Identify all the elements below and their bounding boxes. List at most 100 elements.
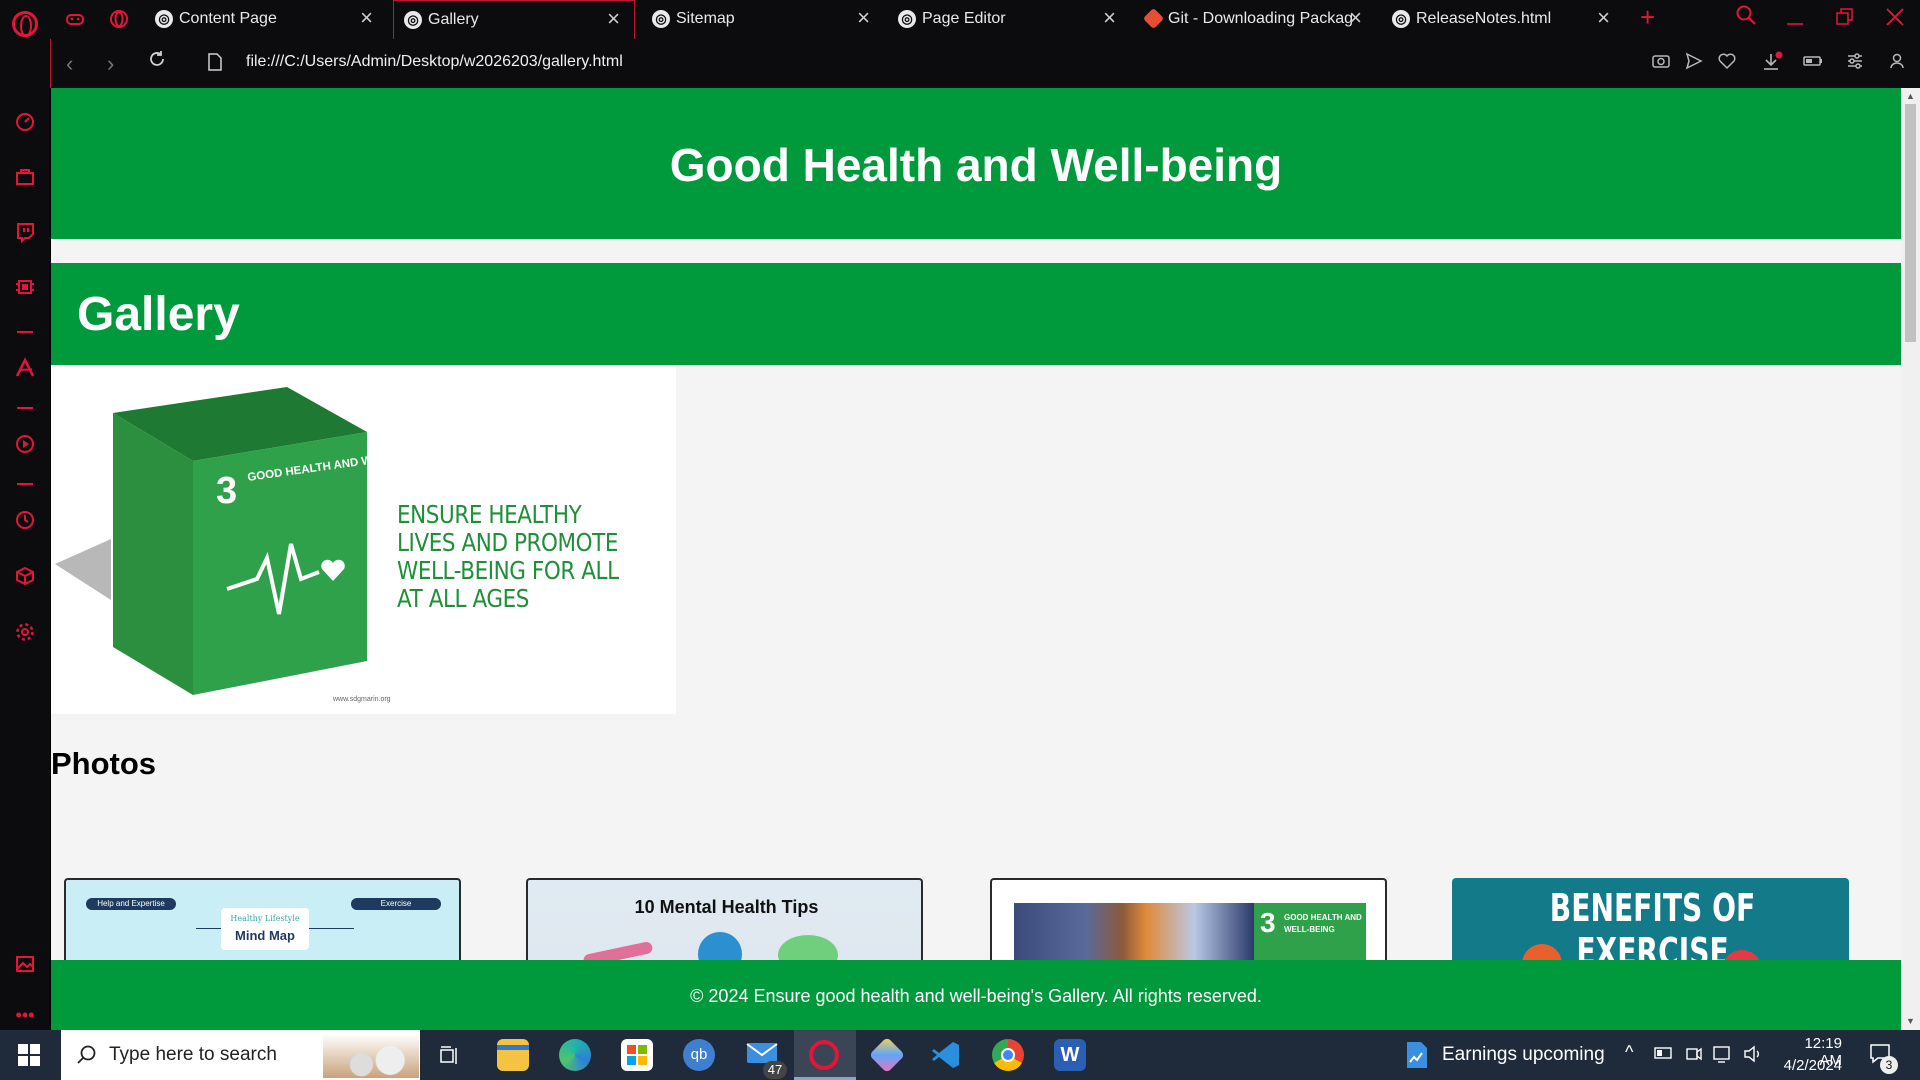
windows-start-icon[interactable] bbox=[18, 1044, 40, 1066]
close-icon[interactable]: × bbox=[1597, 7, 1610, 29]
gallery-section-header: Gallery bbox=[51, 263, 1901, 365]
hardware-limiter-icon[interactable] bbox=[12, 276, 38, 302]
sidebar: ••• bbox=[0, 39, 50, 1030]
chrome-icon[interactable] bbox=[992, 1039, 1024, 1071]
taskbar-opera-active[interactable] bbox=[794, 1030, 856, 1080]
tab-sitemap[interactable]: ◎ Sitemap × bbox=[642, 0, 884, 39]
meet-now-icon[interactable] bbox=[1685, 1044, 1703, 1069]
forward-icon[interactable]: › bbox=[107, 51, 114, 77]
close-icon[interactable]: × bbox=[1103, 7, 1116, 29]
aria-icon[interactable] bbox=[12, 357, 38, 383]
word-icon[interactable]: W bbox=[1054, 1039, 1086, 1071]
tab-label: Git - Downloading Package bbox=[1168, 10, 1353, 27]
url-field[interactable]: file:///C:/Users/Admin/Desktop/w2026203/… bbox=[246, 53, 623, 71]
opera-menu-icon[interactable] bbox=[12, 11, 38, 37]
clock-date[interactable]: 4/2/2024 bbox=[1768, 1057, 1842, 1074]
restore-icon[interactable] bbox=[1834, 6, 1856, 34]
new-tab-icon[interactable]: + bbox=[1640, 2, 1655, 33]
search-tabs-icon[interactable] bbox=[1735, 4, 1757, 32]
close-icon[interactable]: × bbox=[1349, 7, 1362, 29]
player-icon[interactable] bbox=[12, 433, 38, 459]
app-cube-icon[interactable] bbox=[868, 1036, 906, 1074]
opera-gx-icon bbox=[809, 1040, 839, 1070]
photo-card-exercise[interactable]: BENEFITS OF EXERCISE bbox=[1452, 878, 1849, 968]
store-icon[interactable] bbox=[621, 1039, 653, 1071]
file-explorer-icon[interactable] bbox=[497, 1039, 529, 1071]
back-icon[interactable]: ‹ bbox=[66, 51, 73, 77]
scrollbar-thumb[interactable] bbox=[1905, 104, 1916, 342]
search-placeholder: Type here to search bbox=[109, 1044, 277, 1065]
scroll-up-icon[interactable]: ▲ bbox=[1906, 91, 1915, 101]
twitch-icon[interactable] bbox=[12, 221, 38, 247]
taskbar-search-box[interactable]: Type here to search bbox=[61, 1030, 420, 1080]
battery-icon[interactable] bbox=[1654, 1046, 1674, 1065]
edge-icon[interactable] bbox=[559, 1039, 591, 1071]
profile-icon[interactable] bbox=[1888, 51, 1906, 77]
tab-gallery[interactable]: ◎ Gallery × bbox=[393, 0, 635, 39]
heart-icon[interactable] bbox=[1717, 51, 1737, 77]
sidebar-divider bbox=[17, 483, 33, 485]
tab-label: Content Page bbox=[179, 10, 277, 27]
volume-icon[interactable] bbox=[1742, 1044, 1764, 1069]
vertical-scrollbar[interactable]: ▲ ▼ bbox=[1901, 88, 1920, 1030]
photos-heading: Photos bbox=[51, 746, 157, 781]
close-icon[interactable]: × bbox=[360, 7, 373, 29]
globe-icon: ◎ bbox=[1392, 10, 1410, 28]
vscode-icon[interactable] bbox=[930, 1039, 962, 1071]
windows-taskbar: Type here to search qb 47 W Earnings upc… bbox=[0, 1030, 1920, 1080]
tab-release-notes[interactable]: ◎ ReleaseNotes.html × bbox=[1382, 0, 1624, 39]
extensions-icon[interactable] bbox=[12, 565, 38, 591]
photo-card-mental-health[interactable]: 10 Mental Health Tips bbox=[526, 878, 923, 968]
task-view-icon[interactable] bbox=[438, 1044, 462, 1073]
tab-label: Page Editor bbox=[922, 10, 1006, 27]
search-icon bbox=[76, 1044, 98, 1071]
battery-saver-icon[interactable] bbox=[1802, 51, 1824, 77]
send-icon[interactable] bbox=[1684, 51, 1704, 77]
scroll-down-icon[interactable]: ▼ bbox=[1906, 1016, 1915, 1026]
web-page: Good Health and Well-being Gallery 3 GOO… bbox=[51, 88, 1901, 1030]
opera-gx-icon[interactable] bbox=[109, 9, 129, 29]
network-icon[interactable] bbox=[1712, 1044, 1732, 1069]
mental-health-heading: 10 Mental Health Tips bbox=[634, 897, 819, 917]
globe-icon: ◎ bbox=[404, 11, 422, 29]
settings-gear-icon[interactable] bbox=[12, 621, 38, 647]
close-icon[interactable]: × bbox=[857, 7, 870, 29]
connector-line bbox=[309, 928, 354, 929]
more-options-icon[interactable]: ••• bbox=[12, 1002, 38, 1028]
easy-setup-icon[interactable] bbox=[1845, 51, 1865, 77]
file-icon bbox=[207, 51, 223, 77]
photo-card-mind-map[interactable]: Help and Expertise Exercise Healthy Life… bbox=[64, 878, 461, 968]
download-icon[interactable] bbox=[1761, 51, 1783, 79]
tab-git-downloading[interactable]: Git - Downloading Package × bbox=[1134, 0, 1376, 39]
garlic-illustration bbox=[323, 1034, 419, 1078]
close-window-icon[interactable] bbox=[1884, 6, 1906, 34]
mind-map-subheading: Healthy Lifestyle bbox=[230, 914, 300, 923]
close-icon[interactable]: × bbox=[607, 8, 620, 30]
tab-label: Sitemap bbox=[676, 10, 735, 27]
snapshot-icon[interactable] bbox=[1651, 51, 1671, 77]
sidebar-divider bbox=[17, 331, 33, 333]
page-title: Good Health and Well-being bbox=[669, 139, 1283, 191]
news-widget-icon[interactable] bbox=[1404, 1040, 1430, 1075]
history-icon[interactable] bbox=[12, 509, 38, 535]
mind-map-center: Healthy Lifestyle Mind Map bbox=[221, 908, 309, 950]
news-widget-text[interactable]: Earnings upcoming bbox=[1442, 1044, 1605, 1066]
sdg3-tile: 3 GOOD HEALTH AND WELL-BEING bbox=[1254, 903, 1366, 968]
minimize-icon[interactable] bbox=[1784, 6, 1806, 34]
show-hidden-icons-chevron-up-icon[interactable]: ^ bbox=[1625, 1042, 1633, 1063]
site-footer: © 2024 Ensure good health and well-being… bbox=[51, 960, 1901, 1030]
tab-content-page[interactable]: ◎ Content Page × bbox=[145, 0, 387, 39]
speed-dial-icon[interactable] bbox=[12, 111, 38, 137]
sdg3-label: GOOD HEALTH AND WELL-BEING bbox=[1284, 913, 1362, 934]
bag-icon[interactable] bbox=[12, 165, 38, 191]
notifications-icon[interactable]: 3 bbox=[1868, 1042, 1898, 1074]
sdg3-number: 3 bbox=[1260, 907, 1276, 938]
globe-icon: ◎ bbox=[652, 10, 670, 28]
gaming-icon[interactable] bbox=[65, 9, 85, 29]
tab-page-editor[interactable]: ◎ Page Editor × bbox=[888, 0, 1130, 39]
qbittorrent-icon[interactable]: qb bbox=[683, 1039, 715, 1071]
mail-icon[interactable]: 47 bbox=[745, 1039, 787, 1079]
wallpaper-icon[interactable] bbox=[12, 953, 38, 979]
photo-card-sdg3[interactable]: 3 GOOD HEALTH AND WELL-BEING bbox=[990, 878, 1387, 968]
reload-icon[interactable] bbox=[147, 49, 167, 75]
